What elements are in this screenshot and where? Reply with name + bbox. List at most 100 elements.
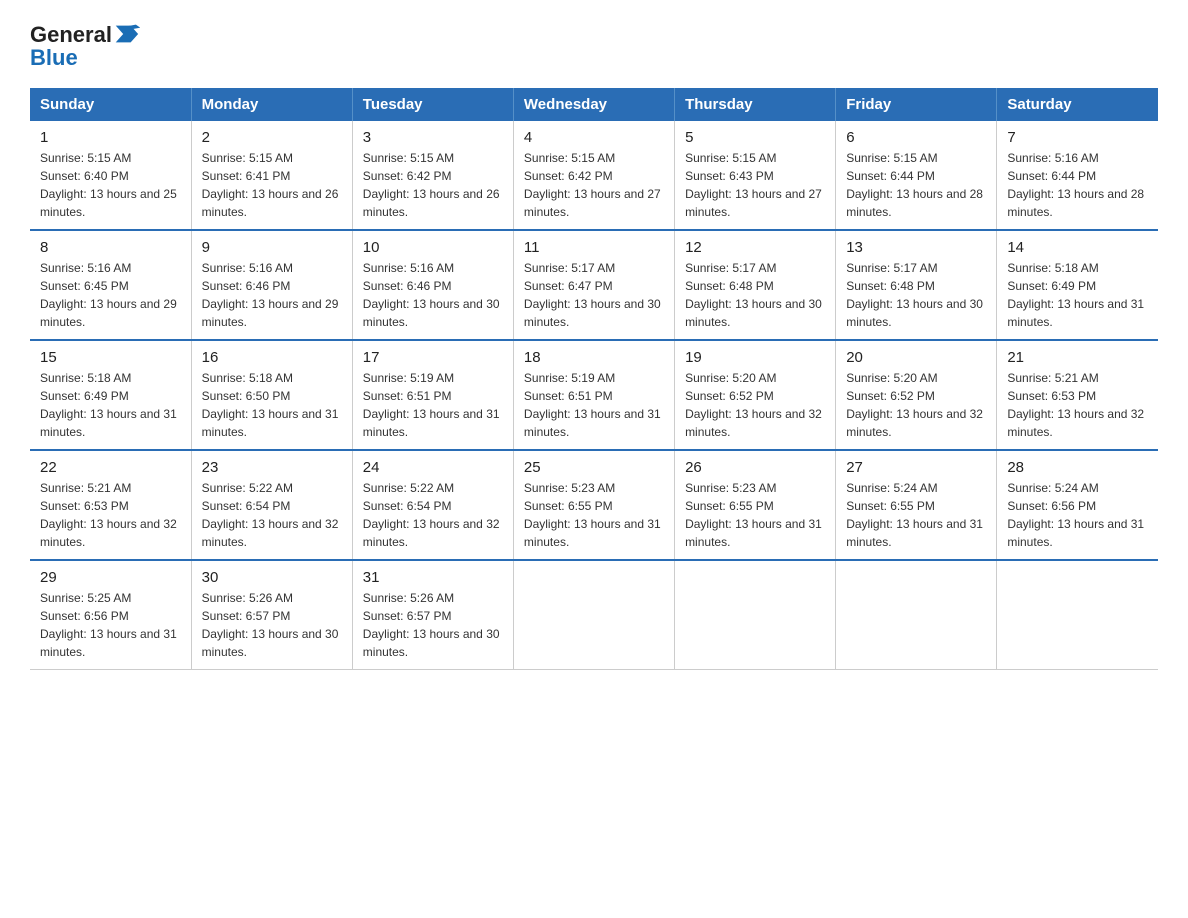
- header-cell-saturday: Saturday: [997, 88, 1158, 121]
- day-cell: 16 Sunrise: 5:18 AMSunset: 6:50 PMDaylig…: [191, 340, 352, 450]
- day-number: 31: [363, 569, 503, 586]
- day-info: Sunrise: 5:15 AMSunset: 6:42 PMDaylight:…: [363, 151, 500, 219]
- day-info: Sunrise: 5:16 AMSunset: 6:46 PMDaylight:…: [363, 261, 500, 329]
- day-info: Sunrise: 5:15 AMSunset: 6:44 PMDaylight:…: [846, 151, 983, 219]
- day-cell: 1 Sunrise: 5:15 AMSunset: 6:40 PMDayligh…: [30, 121, 191, 230]
- day-cell: 17 Sunrise: 5:19 AMSunset: 6:51 PMDaylig…: [352, 340, 513, 450]
- day-cell: [997, 560, 1158, 670]
- day-number: 13: [846, 239, 986, 256]
- day-cell: 19 Sunrise: 5:20 AMSunset: 6:52 PMDaylig…: [675, 340, 836, 450]
- day-cell: [675, 560, 836, 670]
- day-cell: 4 Sunrise: 5:15 AMSunset: 6:42 PMDayligh…: [513, 121, 674, 230]
- day-number: 6: [846, 129, 986, 146]
- day-cell: 3 Sunrise: 5:15 AMSunset: 6:42 PMDayligh…: [352, 121, 513, 230]
- day-info: Sunrise: 5:17 AMSunset: 6:48 PMDaylight:…: [846, 261, 983, 329]
- week-row-1: 1 Sunrise: 5:15 AMSunset: 6:40 PMDayligh…: [30, 121, 1158, 230]
- day-info: Sunrise: 5:15 AMSunset: 6:42 PMDaylight:…: [524, 151, 661, 219]
- day-cell: 5 Sunrise: 5:15 AMSunset: 6:43 PMDayligh…: [675, 121, 836, 230]
- day-number: 21: [1007, 349, 1148, 366]
- day-cell: 2 Sunrise: 5:15 AMSunset: 6:41 PMDayligh…: [191, 121, 352, 230]
- day-info: Sunrise: 5:19 AMSunset: 6:51 PMDaylight:…: [524, 371, 661, 439]
- day-info: Sunrise: 5:21 AMSunset: 6:53 PMDaylight:…: [40, 481, 177, 549]
- day-number: 30: [202, 569, 342, 586]
- day-cell: 28 Sunrise: 5:24 AMSunset: 6:56 PMDaylig…: [997, 450, 1158, 560]
- day-number: 9: [202, 239, 342, 256]
- day-cell: 30 Sunrise: 5:26 AMSunset: 6:57 PMDaylig…: [191, 560, 352, 670]
- day-cell: 9 Sunrise: 5:16 AMSunset: 6:46 PMDayligh…: [191, 230, 352, 340]
- day-cell: 18 Sunrise: 5:19 AMSunset: 6:51 PMDaylig…: [513, 340, 674, 450]
- day-number: 22: [40, 459, 181, 476]
- day-cell: 6 Sunrise: 5:15 AMSunset: 6:44 PMDayligh…: [836, 121, 997, 230]
- day-info: Sunrise: 5:26 AMSunset: 6:57 PMDaylight:…: [202, 591, 339, 659]
- day-info: Sunrise: 5:23 AMSunset: 6:55 PMDaylight:…: [524, 481, 661, 549]
- day-info: Sunrise: 5:23 AMSunset: 6:55 PMDaylight:…: [685, 481, 822, 549]
- logo-text-blue: Blue: [30, 46, 78, 70]
- day-cell: 7 Sunrise: 5:16 AMSunset: 6:44 PMDayligh…: [997, 121, 1158, 230]
- header-cell-sunday: Sunday: [30, 88, 191, 121]
- day-info: Sunrise: 5:15 AMSunset: 6:43 PMDaylight:…: [685, 151, 822, 219]
- day-cell: 29 Sunrise: 5:25 AMSunset: 6:56 PMDaylig…: [30, 560, 191, 670]
- header-cell-wednesday: Wednesday: [513, 88, 674, 121]
- day-cell: 13 Sunrise: 5:17 AMSunset: 6:48 PMDaylig…: [836, 230, 997, 340]
- day-number: 10: [363, 239, 503, 256]
- day-info: Sunrise: 5:18 AMSunset: 6:49 PMDaylight:…: [1007, 261, 1144, 329]
- day-number: 28: [1007, 459, 1148, 476]
- day-number: 27: [846, 459, 986, 476]
- day-number: 11: [524, 239, 664, 256]
- day-info: Sunrise: 5:26 AMSunset: 6:57 PMDaylight:…: [363, 591, 500, 659]
- header-cell-thursday: Thursday: [675, 88, 836, 121]
- header-cell-friday: Friday: [836, 88, 997, 121]
- calendar-body: 1 Sunrise: 5:15 AMSunset: 6:40 PMDayligh…: [30, 121, 1158, 670]
- day-cell: 20 Sunrise: 5:20 AMSunset: 6:52 PMDaylig…: [836, 340, 997, 450]
- day-number: 7: [1007, 129, 1148, 146]
- day-info: Sunrise: 5:24 AMSunset: 6:56 PMDaylight:…: [1007, 481, 1144, 549]
- day-number: 25: [524, 459, 664, 476]
- day-number: 23: [202, 459, 342, 476]
- day-info: Sunrise: 5:16 AMSunset: 6:44 PMDaylight:…: [1007, 151, 1144, 219]
- day-info: Sunrise: 5:17 AMSunset: 6:47 PMDaylight:…: [524, 261, 661, 329]
- week-row-5: 29 Sunrise: 5:25 AMSunset: 6:56 PMDaylig…: [30, 560, 1158, 670]
- day-number: 15: [40, 349, 181, 366]
- day-number: 12: [685, 239, 825, 256]
- calendar-table: SundayMondayTuesdayWednesdayThursdayFrid…: [30, 88, 1158, 670]
- page-header: General Blue: [30, 20, 1158, 70]
- day-info: Sunrise: 5:15 AMSunset: 6:40 PMDaylight:…: [40, 151, 177, 219]
- day-info: Sunrise: 5:16 AMSunset: 6:45 PMDaylight:…: [40, 261, 177, 329]
- logo-text-general: General: [30, 23, 112, 47]
- day-info: Sunrise: 5:19 AMSunset: 6:51 PMDaylight:…: [363, 371, 500, 439]
- logo-arrow-icon: [112, 20, 140, 48]
- day-info: Sunrise: 5:15 AMSunset: 6:41 PMDaylight:…: [202, 151, 339, 219]
- day-cell: 21 Sunrise: 5:21 AMSunset: 6:53 PMDaylig…: [997, 340, 1158, 450]
- week-row-3: 15 Sunrise: 5:18 AMSunset: 6:49 PMDaylig…: [30, 340, 1158, 450]
- day-cell: 14 Sunrise: 5:18 AMSunset: 6:49 PMDaylig…: [997, 230, 1158, 340]
- day-number: 5: [685, 129, 825, 146]
- day-number: 16: [202, 349, 342, 366]
- day-number: 19: [685, 349, 825, 366]
- day-info: Sunrise: 5:18 AMSunset: 6:49 PMDaylight:…: [40, 371, 177, 439]
- day-info: Sunrise: 5:24 AMSunset: 6:55 PMDaylight:…: [846, 481, 983, 549]
- day-cell: 26 Sunrise: 5:23 AMSunset: 6:55 PMDaylig…: [675, 450, 836, 560]
- day-number: 8: [40, 239, 181, 256]
- day-number: 2: [202, 129, 342, 146]
- day-cell: 24 Sunrise: 5:22 AMSunset: 6:54 PMDaylig…: [352, 450, 513, 560]
- day-info: Sunrise: 5:18 AMSunset: 6:50 PMDaylight:…: [202, 371, 339, 439]
- day-cell: 11 Sunrise: 5:17 AMSunset: 6:47 PMDaylig…: [513, 230, 674, 340]
- day-number: 3: [363, 129, 503, 146]
- day-cell: 27 Sunrise: 5:24 AMSunset: 6:55 PMDaylig…: [836, 450, 997, 560]
- day-cell: 10 Sunrise: 5:16 AMSunset: 6:46 PMDaylig…: [352, 230, 513, 340]
- day-cell: [513, 560, 674, 670]
- header-cell-monday: Monday: [191, 88, 352, 121]
- day-cell: [836, 560, 997, 670]
- day-cell: 23 Sunrise: 5:22 AMSunset: 6:54 PMDaylig…: [191, 450, 352, 560]
- day-number: 14: [1007, 239, 1148, 256]
- day-number: 29: [40, 569, 181, 586]
- day-info: Sunrise: 5:25 AMSunset: 6:56 PMDaylight:…: [40, 591, 177, 659]
- day-cell: 15 Sunrise: 5:18 AMSunset: 6:49 PMDaylig…: [30, 340, 191, 450]
- day-number: 1: [40, 129, 181, 146]
- header-row: SundayMondayTuesdayWednesdayThursdayFrid…: [30, 88, 1158, 121]
- day-number: 20: [846, 349, 986, 366]
- day-info: Sunrise: 5:20 AMSunset: 6:52 PMDaylight:…: [685, 371, 822, 439]
- day-number: 26: [685, 459, 825, 476]
- week-row-2: 8 Sunrise: 5:16 AMSunset: 6:45 PMDayligh…: [30, 230, 1158, 340]
- day-info: Sunrise: 5:17 AMSunset: 6:48 PMDaylight:…: [685, 261, 822, 329]
